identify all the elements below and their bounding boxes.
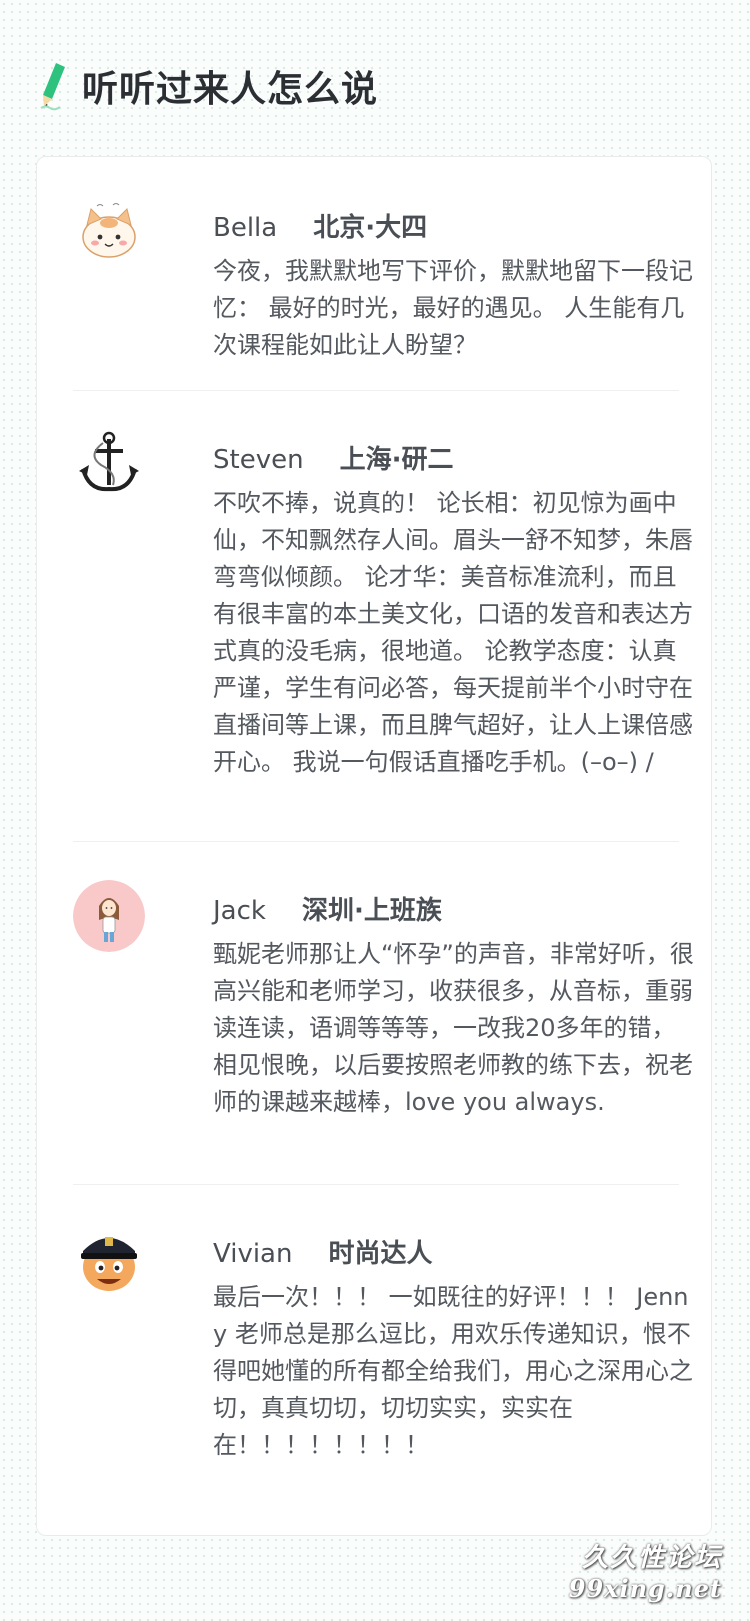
review-text: 最后一次！！！ 一如既往的好评！！！ Jenny 老师总是那么逗比，用欢乐传递知… — [213, 1283, 693, 1459]
review-text: 不吹不捧，说真的！ 论长相：初见惊为画中仙，不知飘然存人间。眉头一舒不知梦，朱唇… — [213, 489, 693, 776]
reviewer-name: Jack — [213, 896, 266, 926]
reviewer-meta: Jack 深圳·上班族 — [213, 890, 442, 927]
review-item: Bella 北京·大四 今夜，我默默地写下评价，默默地留下一段记忆： 最好的时光，… — [73, 197, 713, 359]
divider — [73, 1184, 679, 1185]
girl-avatar-icon — [73, 880, 145, 952]
reviewer-location: 北京·大四 — [313, 213, 428, 243]
review-text: 甄妮老师那让人“怀孕”的声音，非常好听，很高兴能和老师学习，收获很多，从音标，重… — [213, 940, 694, 1116]
page-title: 听听过来人怎么说 — [82, 69, 379, 110]
watermark-line2: 99xing.net — [568, 1574, 722, 1603]
review-text: 今夜，我默默地写下评价，默默地留下一段记忆： 最好的时光，最好的遇见。 人生能有… — [213, 257, 693, 359]
reviewer-name: Vivian — [213, 1239, 293, 1269]
pen-icon — [40, 63, 65, 111]
review-item: Steven 上海·研二 不吹不捧，说真的！ 论长相：初见惊为画中仙，不知飘然存人… — [73, 429, 713, 809]
page-header: 听听过来人怎么说 — [38, 60, 378, 112]
cat-avatar-icon — [73, 197, 145, 269]
reviewer-location: 深圳·上班族 — [301, 896, 442, 926]
police-avatar-icon — [73, 1223, 145, 1295]
reviewer-meta: Vivian 时尚达人 — [213, 1233, 432, 1270]
reviewer-name: Bella — [213, 213, 278, 243]
watermark-line1: 久久性论坛 — [581, 1543, 722, 1573]
watermark: 久久性论坛 99xing.net — [562, 1537, 722, 1603]
review-item: Jack 深圳·上班族 甄妮老师那让人“怀孕”的声音，非常好听，很高兴能和老师学习… — [73, 880, 713, 1170]
reviewer-location: 时尚达人 — [328, 1239, 433, 1269]
reviewer-meta: Bella 北京·大四 — [213, 207, 427, 244]
reviewer-location: 上海·研二 — [339, 445, 454, 475]
reviewer-name: Steven — [213, 445, 304, 475]
review-item: Vivian 时尚达人 最后一次！！！ 一如既往的好评！！！ Jenny 老师总是… — [73, 1223, 713, 1493]
reviewer-meta: Steven 上海·研二 — [213, 439, 453, 476]
anchor-avatar-icon — [73, 429, 145, 501]
testimonials-card: Bella 北京·大四 今夜，我默默地写下评价，默默地留下一段记忆： 最好的时光，… — [36, 156, 712, 1536]
divider — [73, 841, 679, 842]
divider — [73, 390, 679, 391]
